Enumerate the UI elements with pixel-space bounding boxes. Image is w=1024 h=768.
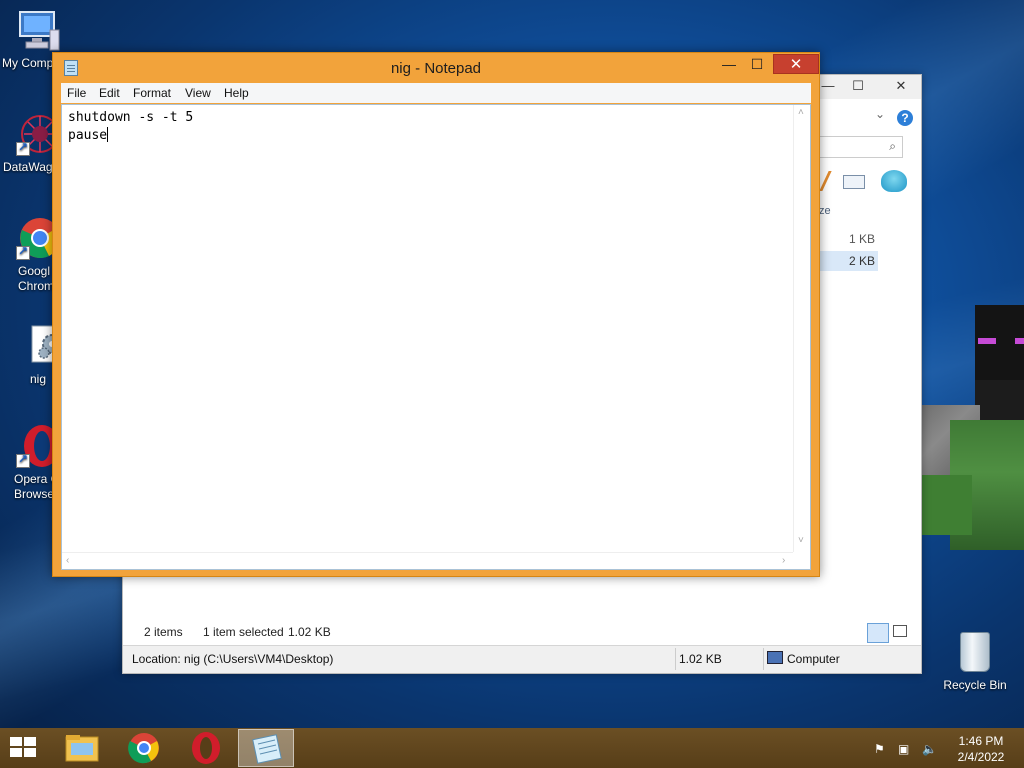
computer-icon bbox=[16, 10, 60, 54]
windows-logo-icon bbox=[10, 737, 22, 746]
text-caret bbox=[107, 127, 109, 142]
menu-edit[interactable]: Edit bbox=[99, 86, 120, 100]
shortcut-arrow-icon bbox=[16, 140, 30, 156]
taskbar-file-explorer[interactable] bbox=[54, 729, 110, 767]
file-size-cell[interactable]: 1 KB bbox=[823, 232, 875, 246]
clock-date[interactable]: 2/4/2022 bbox=[940, 750, 1022, 764]
windows-logo-icon bbox=[24, 737, 36, 746]
desktop-icon-label: Recycle Bin bbox=[943, 678, 1007, 692]
taskbar-opera[interactable] bbox=[178, 729, 234, 767]
properties-icon[interactable] bbox=[843, 175, 865, 189]
editor-line: pause bbox=[68, 128, 108, 143]
taskbar: ⚑ ▣ 🔈 1:46 PM 2/4/2022 bbox=[0, 728, 1024, 768]
taskbar-google-chrome[interactable] bbox=[116, 729, 172, 767]
divider bbox=[675, 648, 676, 670]
size-column-header[interactable]: ze bbox=[819, 205, 831, 217]
details-computer: Computer bbox=[787, 652, 840, 666]
editor-line-with-caret: pause bbox=[68, 127, 193, 145]
notepad-window[interactable]: nig - Notepad — ☐ ✕ File Edit Format Vie… bbox=[52, 52, 820, 577]
minimize-button[interactable]: — bbox=[715, 54, 743, 74]
notepad-titlebar[interactable]: nig - Notepad — ☐ ✕ bbox=[53, 53, 819, 83]
windows-logo-icon bbox=[24, 748, 36, 757]
menu-bar: File Edit Format View Help bbox=[61, 83, 811, 103]
menu-view[interactable]: View bbox=[185, 86, 211, 100]
wallpaper-zombie-arm bbox=[922, 475, 972, 535]
file-size-cell-selected[interactable]: 2 KB bbox=[820, 251, 878, 271]
scroll-left-arrow-icon[interactable]: ‹ bbox=[66, 555, 69, 566]
explorer-maximize-button[interactable]: ☐ bbox=[843, 75, 873, 97]
scroll-up-arrow-icon[interactable]: ˄ bbox=[798, 107, 804, 118]
shortcut-arrow-icon bbox=[16, 244, 30, 260]
explorer-close-button[interactable]: ✕ bbox=[879, 75, 923, 97]
explorer-search-input[interactable]: ⌕ bbox=[819, 136, 903, 158]
editor-line: shutdown -s -t 5 bbox=[68, 110, 194, 125]
taskbar-notepad[interactable] bbox=[238, 729, 294, 767]
maximize-button[interactable]: ☐ bbox=[743, 54, 771, 74]
divider bbox=[763, 648, 764, 670]
action-center-flag-icon[interactable]: ⚑ bbox=[874, 742, 885, 756]
network-icon[interactable]: ▣ bbox=[898, 742, 909, 756]
notepad-icon bbox=[252, 734, 282, 764]
desktop-icon-recycle-bin[interactable]: Recycle Bin bbox=[942, 632, 1008, 692]
help-icon[interactable]: ? bbox=[897, 110, 913, 126]
vertical-scrollbar[interactable]: ˄ ˅ bbox=[793, 105, 810, 552]
shortcut-arrow-icon bbox=[16, 452, 30, 468]
explorer-details-bar: Location: nig (C:\Users\VM4\Desktop) 1.0… bbox=[123, 645, 921, 673]
recycle-bin-icon bbox=[960, 632, 990, 672]
scroll-down-arrow-icon[interactable]: ˅ bbox=[798, 535, 804, 546]
start-button[interactable] bbox=[10, 737, 38, 759]
volume-muted-icon[interactable]: 🔈 bbox=[922, 742, 937, 756]
shell-icon[interactable] bbox=[881, 170, 907, 192]
explorer-status-bar: 2 items 1 item selected 1.02 KB bbox=[123, 621, 921, 643]
horizontal-scrollbar[interactable]: ‹ › bbox=[62, 552, 793, 569]
opera-icon bbox=[192, 732, 220, 764]
location-text: Location: nig (C:\Users\VM4\Desktop) bbox=[132, 652, 334, 666]
chevron-down-icon[interactable]: ⌄ bbox=[875, 107, 885, 121]
status-items-count: 2 items bbox=[144, 625, 183, 639]
wallpaper-eye bbox=[1015, 338, 1024, 344]
window-title: nig - Notepad bbox=[390, 60, 482, 77]
menu-format[interactable]: Format bbox=[133, 86, 171, 100]
status-selected: 1 item selected bbox=[203, 625, 284, 639]
large-icons-view-button[interactable] bbox=[893, 625, 907, 637]
details-size: 1.02 KB bbox=[679, 652, 722, 666]
search-icon: ⌕ bbox=[889, 139, 896, 153]
wallpaper-eye bbox=[978, 338, 996, 344]
text-editor-area[interactable]: shutdown -s -t 5 pause ˄ ˅ ‹ › bbox=[61, 104, 811, 570]
menu-file[interactable]: File bbox=[67, 86, 86, 100]
menu-help[interactable]: Help bbox=[224, 86, 249, 100]
scroll-right-arrow-icon[interactable]: › bbox=[782, 555, 785, 566]
windows-logo-icon bbox=[10, 748, 22, 757]
details-view-button[interactable] bbox=[867, 623, 889, 643]
editor-content[interactable]: shutdown -s -t 5 pause bbox=[68, 109, 193, 145]
close-button[interactable]: ✕ bbox=[773, 54, 819, 74]
status-selected-size: 1.02 KB bbox=[288, 625, 331, 639]
chrome-icon bbox=[128, 733, 159, 764]
folder-icon bbox=[65, 735, 99, 762]
clock-time[interactable]: 1:46 PM bbox=[940, 734, 1022, 748]
computer-icon bbox=[767, 651, 783, 664]
